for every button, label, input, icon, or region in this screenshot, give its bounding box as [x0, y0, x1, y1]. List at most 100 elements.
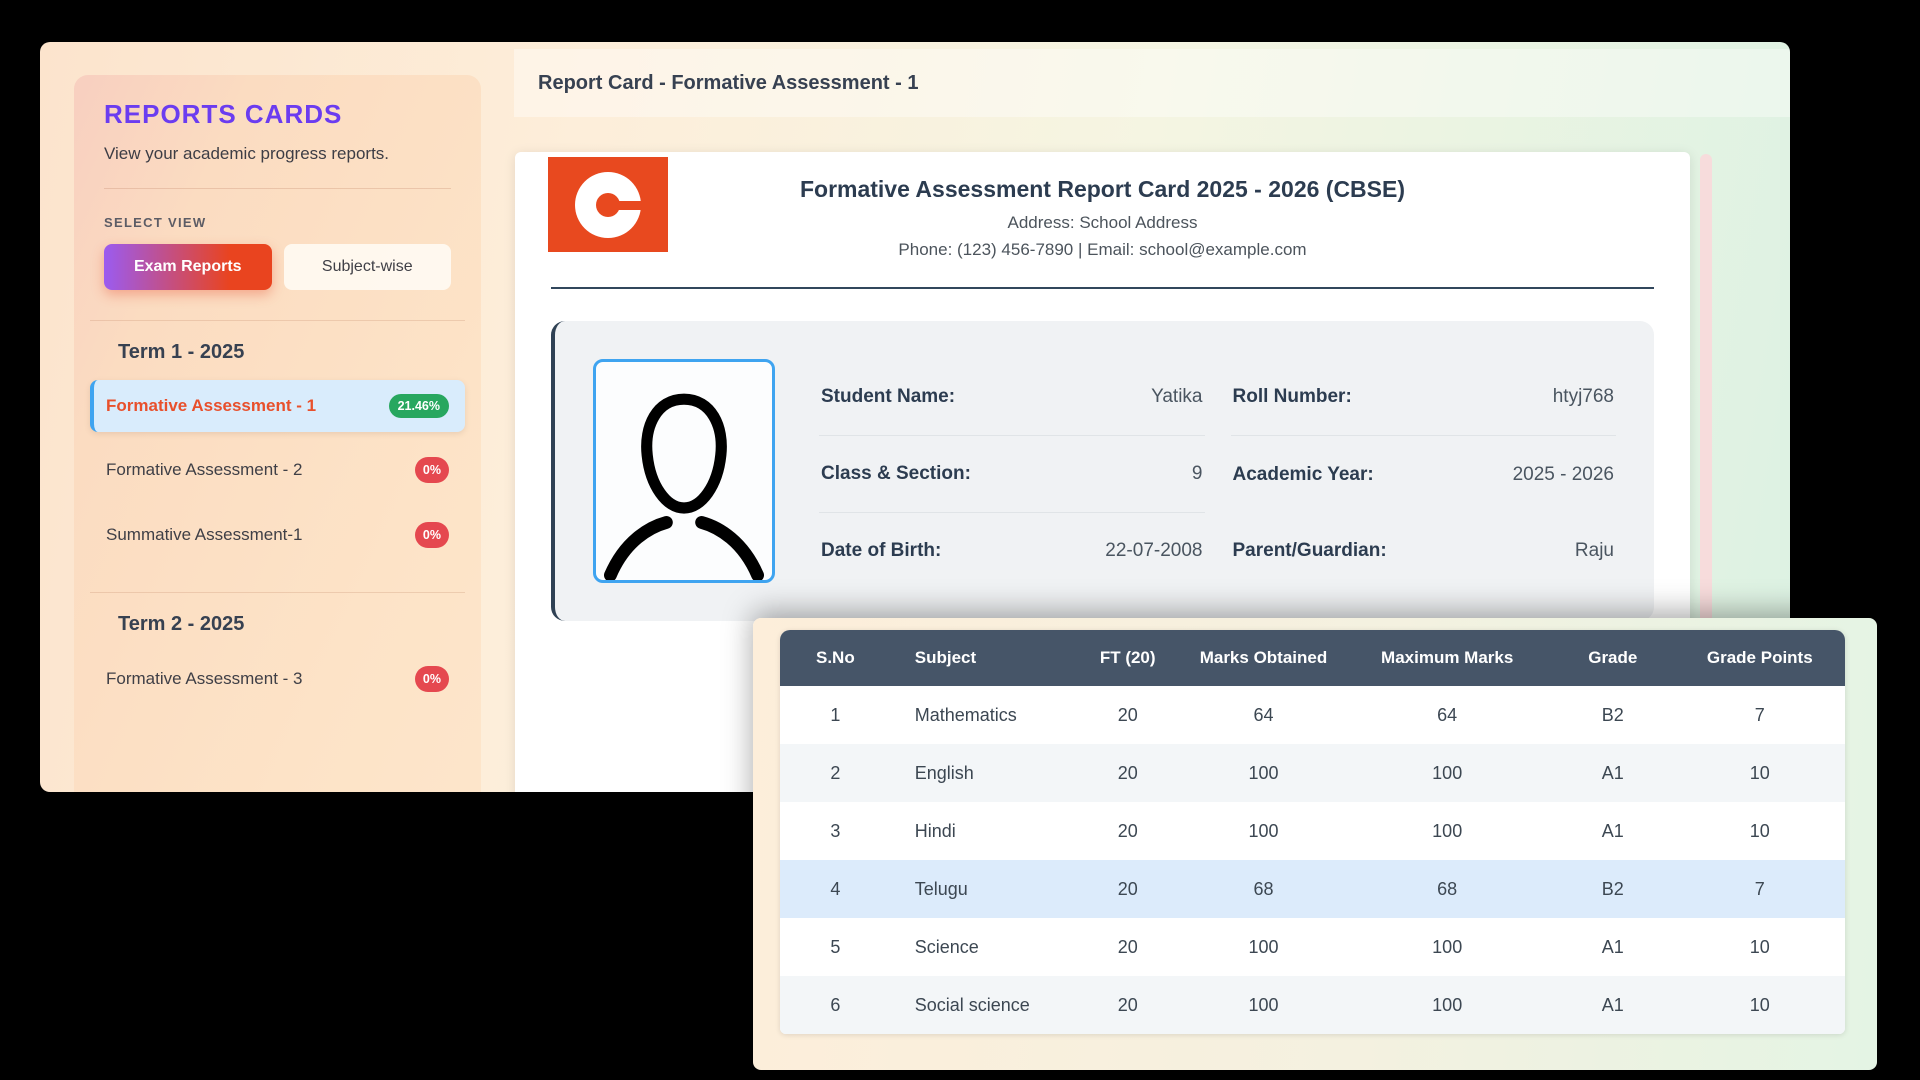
term-group: Term 1 - 2025 Formative Assessment - 1 2… [90, 320, 465, 562]
sidebar-item-assessment[interactable]: Formative Assessment - 2 0% [90, 443, 465, 497]
info-label: Class & Section: [821, 463, 971, 485]
info-field: Class & Section: 9 [819, 436, 1205, 513]
cell-grade-points: 7 [1675, 686, 1845, 744]
cell-grade: A1 [1551, 802, 1675, 860]
info-label: Roll Number: [1233, 386, 1352, 408]
sidebar-item-assessment[interactable]: Formative Assessment - 1 21.46% [90, 380, 465, 432]
cell-sno: 2 [780, 744, 891, 802]
term-items: Formative Assessment - 3 0% [90, 652, 465, 706]
cell-grade: B2 [1551, 860, 1675, 918]
student-fields: Student Name: Yatika Roll Number: htyj76… [819, 359, 1616, 583]
info-value: Yatika [1151, 386, 1202, 408]
cell-ft: 20 [1072, 918, 1184, 976]
info-field: Date of Birth: 22-07-2008 [819, 513, 1205, 589]
reports-cards-title: REPORTS CARDS [104, 99, 451, 130]
cell-grade-points: 10 [1675, 744, 1845, 802]
sidebar-item-label: Summative Assessment-1 [106, 525, 303, 545]
sidebar-item-label: Formative Assessment - 1 [106, 396, 316, 416]
view-toggle-button[interactable]: Subject-wise [284, 244, 452, 290]
reports-subtitle: View your academic progress reports. [104, 144, 451, 189]
cell-maximum-marks: 100 [1343, 918, 1551, 976]
term-items: Formative Assessment - 1 21.46% Formativ… [90, 380, 465, 562]
cell-marks-obtained: 100 [1184, 802, 1344, 860]
column-header-grade: Grade [1551, 630, 1675, 686]
cell-subject: Social science [891, 976, 1072, 1034]
progress-badge: 0% [415, 522, 449, 548]
progress-badge: 21.46% [389, 394, 449, 418]
cell-sno: 4 [780, 860, 891, 918]
cell-marks-obtained: 68 [1184, 860, 1344, 918]
school-header: Formative Assessment Report Card 2025 - … [515, 152, 1690, 260]
table-row[interactable]: 3 Hindi 20 100 100 A1 10 [780, 802, 1845, 860]
cell-sno: 5 [780, 918, 891, 976]
info-label: Date of Birth: [821, 540, 941, 562]
view-toggle-group: Exam Reports Subject-wise [104, 244, 451, 290]
progress-badge: 0% [415, 457, 449, 483]
view-toggle-button[interactable]: Exam Reports [104, 244, 272, 290]
cell-grade: A1 [1551, 976, 1675, 1034]
header-divider [551, 287, 1654, 289]
info-field: Student Name: Yatika [819, 359, 1205, 436]
cell-subject: English [891, 744, 1072, 802]
cell-grade-points: 10 [1675, 918, 1845, 976]
info-field: Parent/Guardian: Raju [1231, 513, 1617, 589]
cell-ft: 20 [1072, 976, 1184, 1034]
table-row[interactable]: 4 Telugu 20 68 68 B2 7 [780, 860, 1845, 918]
progress-badge: 0% [415, 666, 449, 692]
term-list: Term 1 - 2025 Formative Assessment - 1 2… [104, 320, 451, 706]
info-value: Raju [1575, 540, 1614, 562]
info-value: 22-07-2008 [1105, 540, 1202, 562]
student-photo [593, 359, 775, 583]
vertical-scrollbar[interactable] [1700, 154, 1712, 654]
cell-marks-obtained: 100 [1184, 744, 1344, 802]
column-header-marks-obtained: Marks Obtained [1184, 630, 1344, 686]
cell-subject: Science [891, 918, 1072, 976]
cell-maximum-marks: 68 [1343, 860, 1551, 918]
cell-maximum-marks: 64 [1343, 686, 1551, 744]
cell-ft: 20 [1072, 686, 1184, 744]
cell-grade-points: 7 [1675, 860, 1845, 918]
page-title: Report Card - Formative Assessment - 1 [538, 72, 918, 95]
sidebar-item-label: Formative Assessment - 2 [106, 460, 303, 480]
term-label: Term 1 - 2025 [118, 341, 465, 364]
marks-table-header: S.No Subject FT (20) Marks Obtained Maxi… [780, 630, 1845, 686]
info-field: Roll Number: htyj768 [1231, 359, 1617, 436]
cell-ft: 20 [1072, 860, 1184, 918]
term-group: Term 2 - 2025 Formative Assessment - 3 0… [90, 592, 465, 706]
cell-grade: A1 [1551, 744, 1675, 802]
column-header-maximum-marks: Maximum Marks [1343, 630, 1551, 686]
sidebar: REPORTS CARDS View your academic progres… [74, 75, 481, 792]
cell-marks-obtained: 100 [1184, 918, 1344, 976]
sidebar-item-assessment[interactable]: Formative Assessment - 3 0% [90, 652, 465, 706]
cell-sno: 6 [780, 976, 891, 1034]
info-field: Academic Year: 2025 - 2026 [1231, 436, 1617, 513]
sidebar-item-label: Formative Assessment - 3 [106, 669, 303, 689]
school-logo-icon [548, 157, 668, 252]
column-header-subject: Subject [891, 630, 1072, 686]
column-header-sno: S.No [780, 630, 891, 686]
marks-panel: S.No Subject FT (20) Marks Obtained Maxi… [753, 618, 1877, 1070]
cell-marks-obtained: 64 [1184, 686, 1344, 744]
cell-sno: 1 [780, 686, 891, 744]
cell-marks-obtained: 100 [1184, 976, 1344, 1034]
school-address: Address: School Address [551, 213, 1654, 233]
info-label: Parent/Guardian: [1233, 540, 1387, 562]
cell-maximum-marks: 100 [1343, 744, 1551, 802]
marks-table: S.No Subject FT (20) Marks Obtained Maxi… [780, 630, 1845, 1034]
column-header-ft: FT (20) [1072, 630, 1184, 686]
cell-grade: A1 [1551, 918, 1675, 976]
term-label: Term 2 - 2025 [118, 613, 465, 636]
info-value: 9 [1192, 463, 1203, 485]
c-mark-icon [575, 172, 641, 238]
table-row[interactable]: 2 English 20 100 100 A1 10 [780, 744, 1845, 802]
table-row[interactable]: 6 Social science 20 100 100 A1 10 [780, 976, 1845, 1034]
table-row[interactable]: 5 Science 20 100 100 A1 10 [780, 918, 1845, 976]
table-row[interactable]: 1 Mathematics 20 64 64 B2 7 [780, 686, 1845, 744]
cell-grade-points: 10 [1675, 976, 1845, 1034]
cell-grade-points: 10 [1675, 802, 1845, 860]
sidebar-item-assessment[interactable]: Summative Assessment-1 0% [90, 508, 465, 562]
column-header-grade-points: Grade Points [1675, 630, 1845, 686]
person-icon [604, 380, 764, 580]
cell-grade: B2 [1551, 686, 1675, 744]
cell-subject: Hindi [891, 802, 1072, 860]
